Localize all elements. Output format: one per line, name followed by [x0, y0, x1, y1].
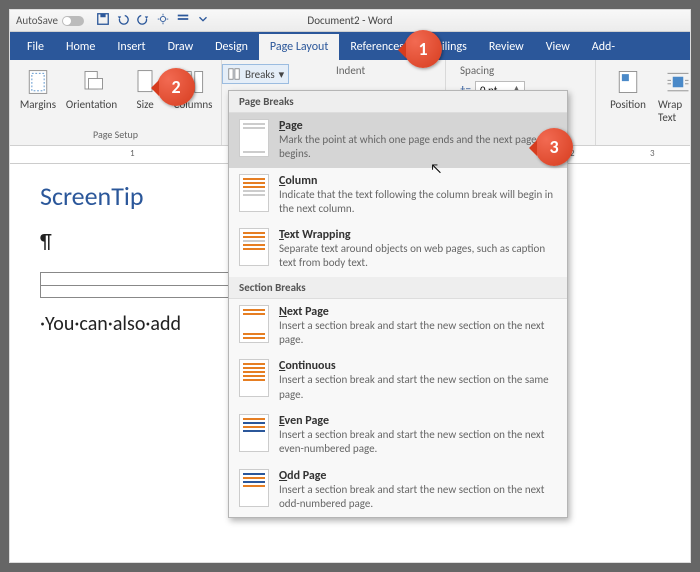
qat-dropdown-icon[interactable]	[196, 12, 210, 29]
break-continuous[interactable]: ContinuousInsert a section break and sta…	[229, 353, 567, 408]
undo-icon[interactable]	[116, 12, 130, 29]
group-label-page-setup: Page Setup	[18, 128, 213, 143]
break-next-page[interactable]: Next PageInsert a section break and star…	[229, 299, 567, 354]
callout-2: 2	[157, 68, 195, 106]
continuous-icon	[239, 359, 269, 397]
text-wrap-break-icon	[239, 228, 269, 266]
tab-draw[interactable]: Draw	[157, 34, 205, 60]
break-odd-page[interactable]: Odd PageInsert a section break and start…	[229, 463, 567, 518]
column-break-icon	[239, 174, 269, 212]
document-title: Document2 - Word	[307, 14, 392, 27]
orientation-button[interactable]: Orientation	[66, 64, 117, 111]
tab-insert[interactable]: Insert	[106, 34, 156, 60]
margins-button[interactable]: Margins	[18, 64, 58, 111]
title-bar: AutoSave Document2 - Word	[10, 10, 690, 32]
touch-icon[interactable]	[156, 12, 170, 29]
autosave-toggle[interactable]: AutoSave	[16, 14, 84, 27]
breaks-button[interactable]: Breaks ▾	[222, 64, 289, 84]
position-button[interactable]: Position	[606, 64, 650, 111]
table[interactable]	[40, 272, 240, 298]
break-page[interactable]: PageMark the point at which one page end…	[229, 113, 567, 168]
section-section-breaks: Section Breaks	[229, 277, 567, 299]
callout-1: 1	[404, 30, 442, 68]
odd-page-icon	[239, 469, 269, 507]
page-break-icon	[239, 119, 269, 157]
tab-review[interactable]: Review	[478, 34, 535, 60]
tab-design[interactable]: Design	[204, 34, 259, 60]
spacing-label: Spacing	[460, 64, 585, 77]
next-page-icon	[239, 305, 269, 343]
even-page-icon	[239, 414, 269, 452]
breaks-dropdown: Page Breaks PageMark the point at which …	[228, 90, 568, 518]
tab-home[interactable]: Home	[55, 34, 106, 60]
tab-addins[interactable]: Add-	[581, 34, 626, 60]
break-even-page[interactable]: Even PageInsert a section break and star…	[229, 408, 567, 463]
watermark: groovyPost.com	[530, 537, 684, 564]
section-page-breaks: Page Breaks	[229, 91, 567, 113]
wrap-text-button[interactable]: Wrap Text	[658, 64, 691, 124]
qat-more-icon[interactable]	[176, 12, 190, 29]
redo-icon[interactable]	[136, 12, 150, 29]
break-column[interactable]: ColumnIndicate that the text following t…	[229, 168, 567, 223]
save-icon[interactable]	[96, 12, 110, 29]
chevron-down-icon: ▾	[279, 68, 285, 81]
toggle-off-icon[interactable]	[62, 16, 84, 26]
tab-page-layout[interactable]: Page Layout	[259, 34, 339, 60]
tab-view[interactable]: View	[535, 34, 581, 60]
tab-file[interactable]: File	[16, 34, 55, 60]
mouse-cursor-icon: ↖	[430, 160, 442, 177]
break-text-wrapping[interactable]: Text WrappingSeparate text around object…	[229, 222, 567, 277]
ribbon-tabs: File Home Insert Draw Design Page Layout…	[10, 32, 690, 60]
callout-3: 3	[535, 128, 573, 166]
autosave-label: AutoSave	[16, 14, 58, 27]
